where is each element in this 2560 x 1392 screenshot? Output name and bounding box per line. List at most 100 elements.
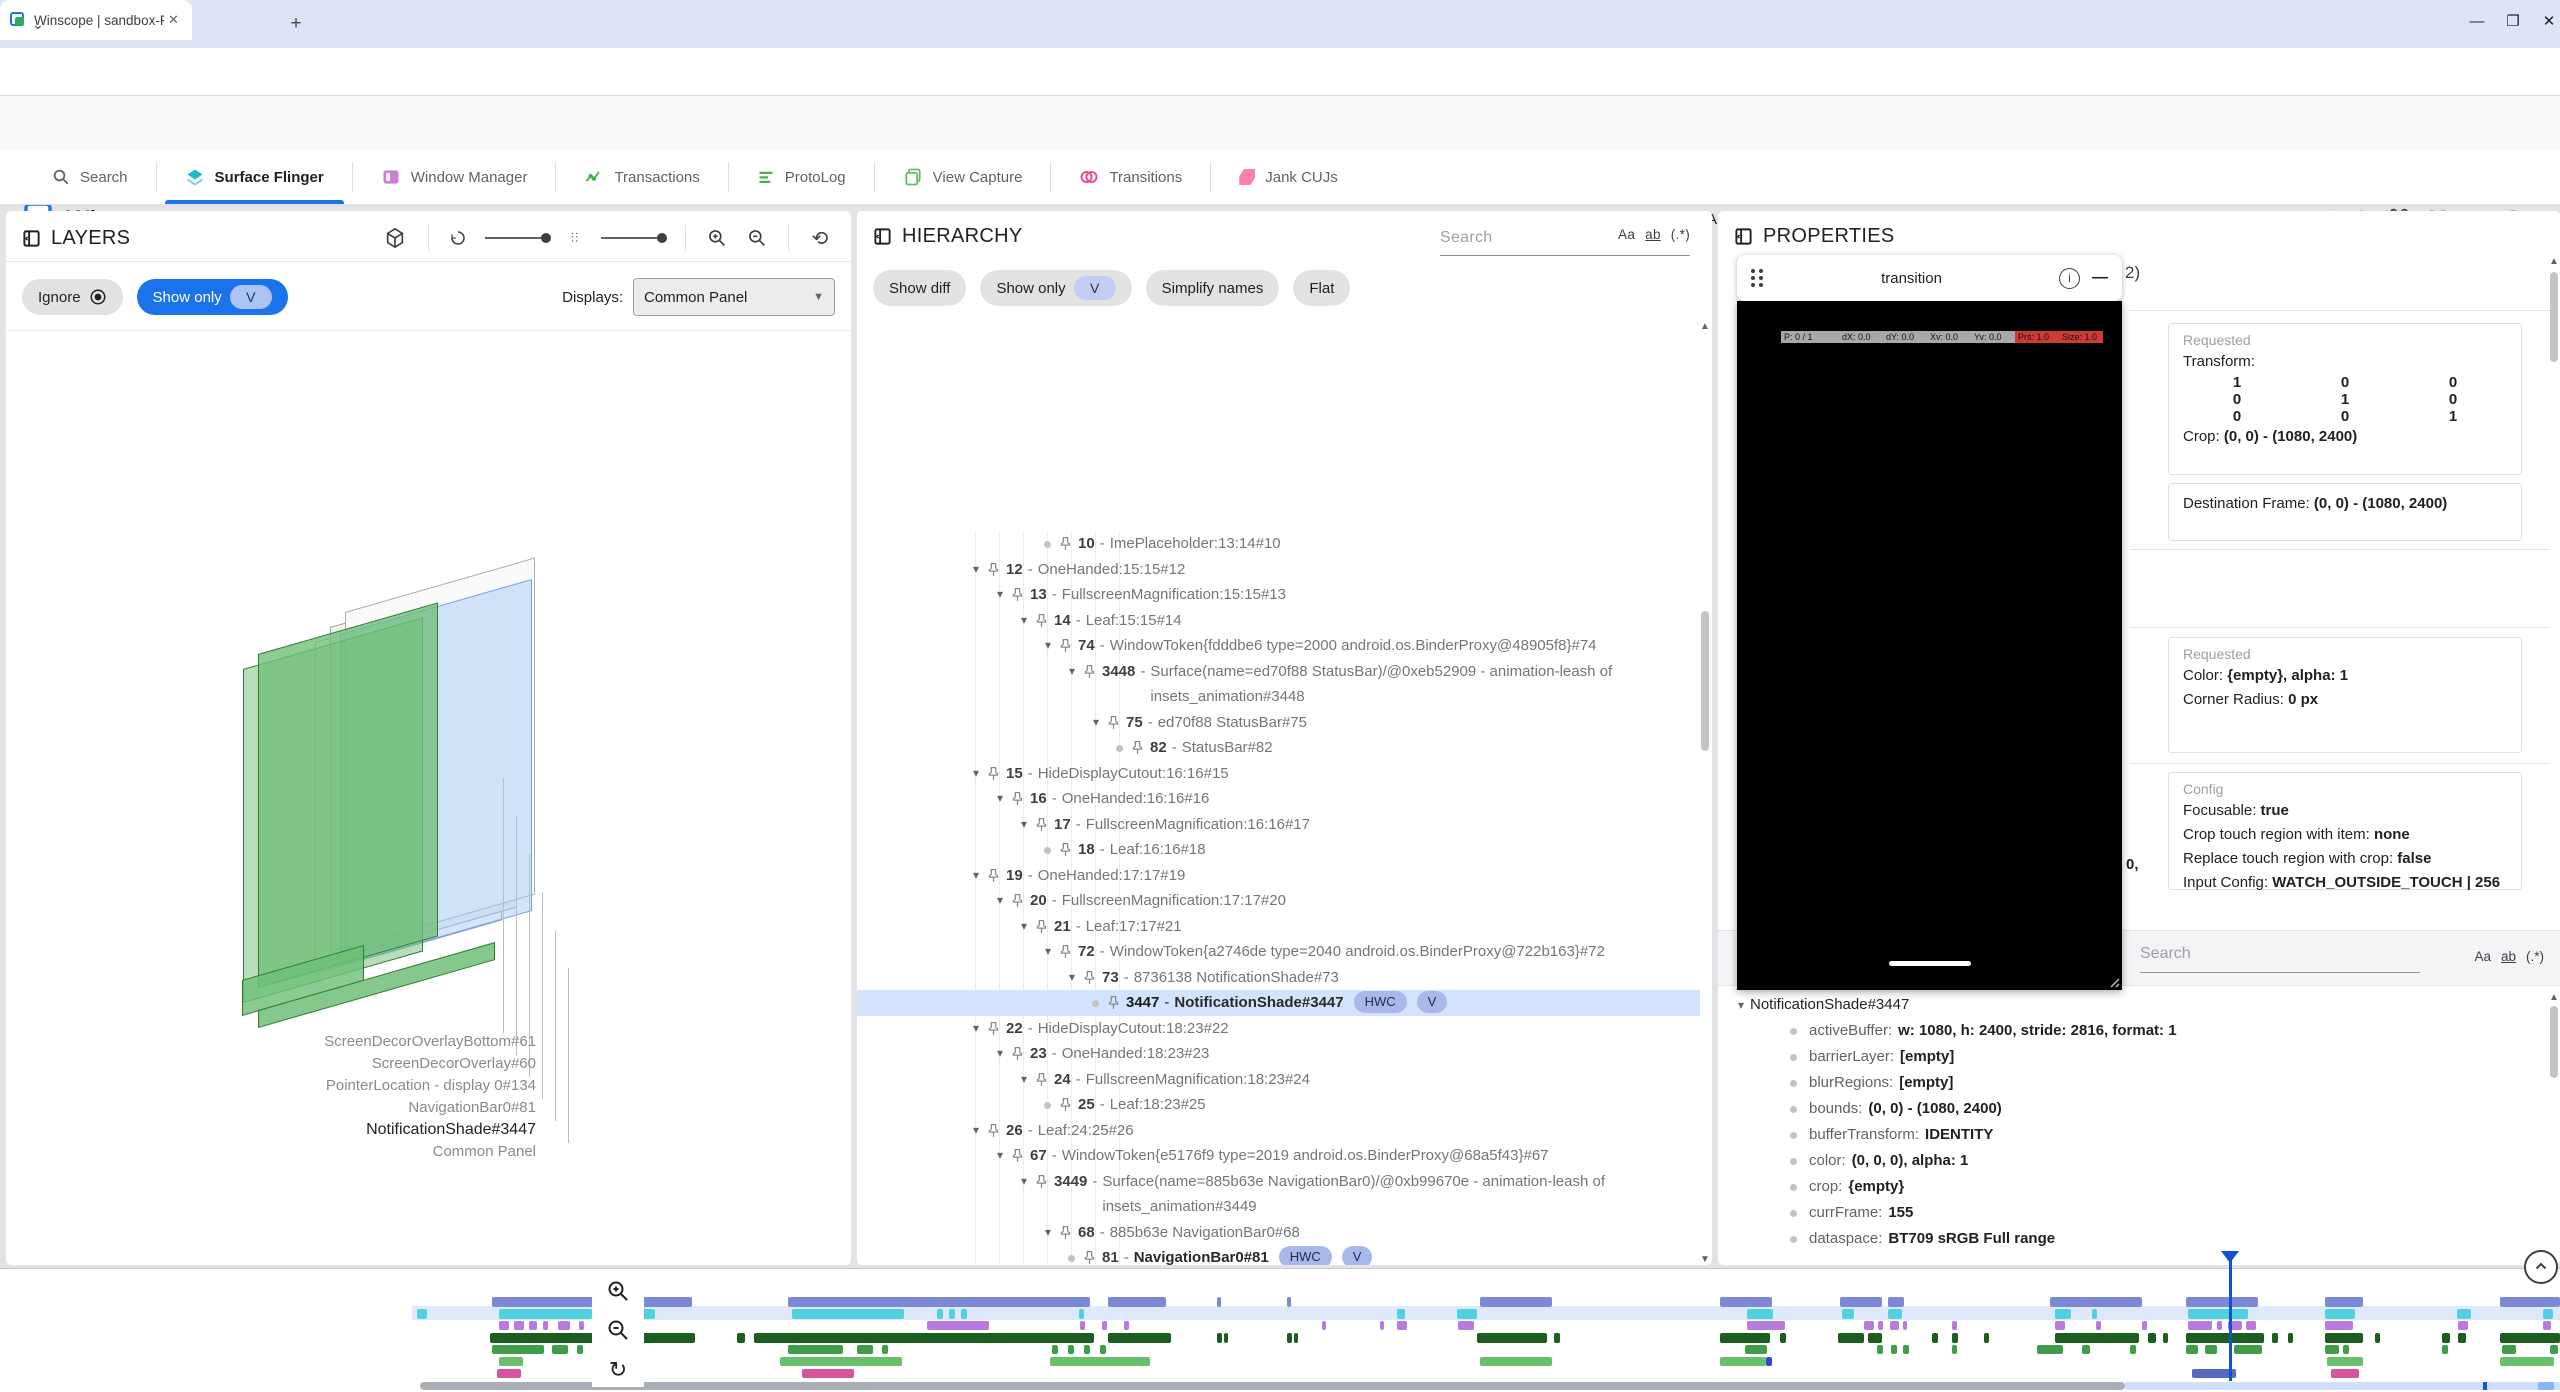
pin-icon[interactable] <box>1035 1072 1048 1087</box>
tree-row[interactable]: 10-ImePlaceholder:13:14#10 <box>857 531 1700 557</box>
trace-entry-bar[interactable] <box>2096 1321 2101 1330</box>
tree-row[interactable]: 25-Leaf:18:23#25 <box>857 1092 1700 1118</box>
trace-entry-bar[interactable] <box>558 1321 570 1330</box>
trace-entry-bar[interactable] <box>2343 1345 2349 1354</box>
timeline-cursor[interactable] <box>2229 1253 2232 1381</box>
trace-entry-bar[interactable] <box>1102 1321 1107 1330</box>
trace-entry-bar[interactable] <box>857 1345 873 1354</box>
tab-protolog[interactable]: ProtoLog <box>729 150 874 204</box>
trace-entry-bar[interactable] <box>2327 1357 2363 1366</box>
timeline-cursor-handle[interactable] <box>2221 1251 2239 1263</box>
expand-arrow-icon[interactable]: ▾ <box>967 557 985 583</box>
trace-entry-bar[interactable] <box>1108 1297 1166 1307</box>
pin-icon[interactable] <box>1083 1250 1096 1265</box>
pin-icon[interactable] <box>1083 664 1096 679</box>
trace-entry-bar[interactable] <box>1480 1357 1552 1366</box>
match-case-icon[interactable]: Aa <box>1618 227 1635 242</box>
trace-entry-bar[interactable] <box>2186 1297 2258 1307</box>
zoom-reset-icon[interactable]: ↻ <box>609 1357 627 1383</box>
trace-entry-bar[interactable] <box>497 1369 521 1378</box>
expand-arrow-icon[interactable]: ▾ <box>1087 710 1105 736</box>
trace-entry-bar[interactable] <box>1554 1333 1560 1343</box>
tree-row[interactable]: 18-Leaf:16:16#18 <box>857 837 1700 863</box>
tree-row[interactable]: ▾75-ed70f88 StatusBar#75 <box>857 710 1700 736</box>
tree-row[interactable]: ▾74-WindowToken{fdddbe6 type=2000 androi… <box>857 633 1700 659</box>
layer-label[interactable]: PointerLocation - display 0#134 <box>326 1077 536 1094</box>
trace-entry-bar[interactable] <box>1932 1333 1938 1343</box>
curr-scrollbar[interactable]: ▲ <box>2549 992 2559 1262</box>
tab-transactions[interactable]: Transactions <box>556 150 727 204</box>
tab-view-capture[interactable]: View Capture <box>875 150 1051 204</box>
trace-entry-bar[interactable] <box>2037 1345 2063 1354</box>
trace-entry-bar[interactable] <box>792 1309 904 1319</box>
expand-arrow-icon[interactable]: ▾ <box>1039 1220 1057 1246</box>
trace-entry-bar[interactable] <box>2288 1333 2293 1343</box>
expand-arrow-icon[interactable]: ▾ <box>1015 914 1033 940</box>
expand-arrow-icon[interactable]: ▾ <box>991 1041 1009 1067</box>
trace-entry-bar[interactable] <box>1888 1297 1904 1307</box>
trace-entry-bar[interactable] <box>1397 1321 1407 1330</box>
tab-search-chevron-icon[interactable]: ⌄ <box>24 10 52 38</box>
pin-icon[interactable] <box>1011 791 1024 806</box>
tree-row[interactable]: ▾22-HideDisplayCutout:18:23#22 <box>857 1016 1700 1042</box>
regex-icon[interactable]: (.*) <box>1671 227 1690 242</box>
match-case-icon[interactable]: Aa <box>2474 949 2491 964</box>
trace-entry-bar[interactable] <box>1840 1297 1882 1307</box>
layers-3d-canvas[interactable]: ScreenDecorOverlayBottom#61ScreenDecorOv… <box>6 353 851 1265</box>
pin-icon[interactable] <box>1107 715 1120 730</box>
trace-entry-bar[interactable] <box>1079 1309 1084 1319</box>
pin-icon[interactable] <box>1107 995 1120 1010</box>
curr-root-row[interactable]: ▾ NotificationShade#3447 <box>1732 992 2542 1018</box>
trace-entry-bar[interactable] <box>788 1345 843 1354</box>
trace-entry-bar[interactable] <box>1888 1309 1902 1319</box>
tree-row[interactable]: ▾19-OneHanded:17:17#19 <box>857 863 1700 889</box>
trace-entry-bar[interactable] <box>2325 1333 2363 1343</box>
property-item[interactable]: crop:{empty} <box>1790 1174 2542 1200</box>
trace-entry-bar[interactable] <box>1720 1297 1772 1307</box>
trace-entry-bar[interactable] <box>949 1309 955 1319</box>
layer-label[interactable]: ScreenDecorOverlay#60 <box>372 1055 536 1072</box>
trace-entry-bar[interactable] <box>1838 1333 1864 1343</box>
property-item[interactable]: bounds:(0, 0) - (1080, 2400) <box>1790 1096 2542 1122</box>
trace-entry-bar[interactable] <box>2055 1333 2139 1343</box>
tree-row[interactable]: ▾14-Leaf:15:15#14 <box>857 608 1700 634</box>
flat-button[interactable]: Flat <box>1293 270 1350 306</box>
pin-icon[interactable] <box>1011 587 1024 602</box>
properties-search-input[interactable]: Search <box>2140 945 2420 963</box>
trace-entry-bar[interactable] <box>1287 1333 1292 1343</box>
trace-entry-bar[interactable] <box>2130 1345 2136 1354</box>
trace-entry-bar[interactable] <box>1050 1357 1150 1366</box>
trace-entry-bar[interactable] <box>1084 1345 1090 1354</box>
pin-icon[interactable] <box>1059 842 1072 857</box>
trace-entry-bar[interactable] <box>2458 1333 2466 1343</box>
collapse-timeline-button[interactable] <box>2524 1250 2558 1284</box>
trace-entry-bar[interactable] <box>2325 1309 2355 1319</box>
zoom-out-icon[interactable] <box>742 228 772 248</box>
minimize-popup-icon[interactable]: — <box>2092 269 2108 287</box>
match-word-icon[interactable]: ab <box>1645 227 1661 242</box>
trace-entry-bar[interactable] <box>2205 1345 2217 1354</box>
tree-row[interactable]: ▾26-Leaf:24:25#26 <box>857 1118 1700 1144</box>
expand-arrow-icon[interactable]: ▾ <box>1015 608 1033 634</box>
tab-search[interactable]: Search <box>24 150 156 204</box>
tree-row[interactable]: ▾24-FullscreenMagnification:18:23#24 <box>857 1067 1700 1093</box>
property-item[interactable]: bufferTransform:IDENTITY <box>1790 1122 2542 1148</box>
trace-entry-bar[interactable] <box>802 1369 854 1378</box>
expand-arrow-icon[interactable]: ▾ <box>967 1118 985 1144</box>
pin-icon[interactable] <box>987 1021 1000 1036</box>
tree-row[interactable]: 81-NavigationBar0#81HWCV <box>857 1245 1700 1265</box>
trace-entry-bar[interactable] <box>961 1309 967 1319</box>
hierarchy-scrollbar[interactable]: ▲ ▼ <box>1700 321 1710 1265</box>
property-item[interactable]: dataspace:BT709 sRGB Full range <box>1790 1226 2542 1252</box>
new-tab-button[interactable]: + <box>284 12 308 36</box>
pin-icon[interactable] <box>1059 638 1072 653</box>
trace-entry-bar[interactable] <box>1878 1321 1883 1330</box>
tree-row[interactable]: 82-StatusBar#82 <box>857 735 1700 761</box>
trace-entry-bar[interactable] <box>543 1321 548 1330</box>
trace-entry-bar[interactable] <box>1477 1333 1547 1343</box>
expand-arrow-icon[interactable]: ▾ <box>1039 939 1057 965</box>
panel-icon[interactable] <box>873 227 892 246</box>
tree-row[interactable]: ▾73-8736138 NotificationShade#73 <box>857 965 1700 991</box>
pin-icon[interactable] <box>987 1123 1000 1138</box>
trace-entry-bar[interactable] <box>2188 1321 2212 1330</box>
